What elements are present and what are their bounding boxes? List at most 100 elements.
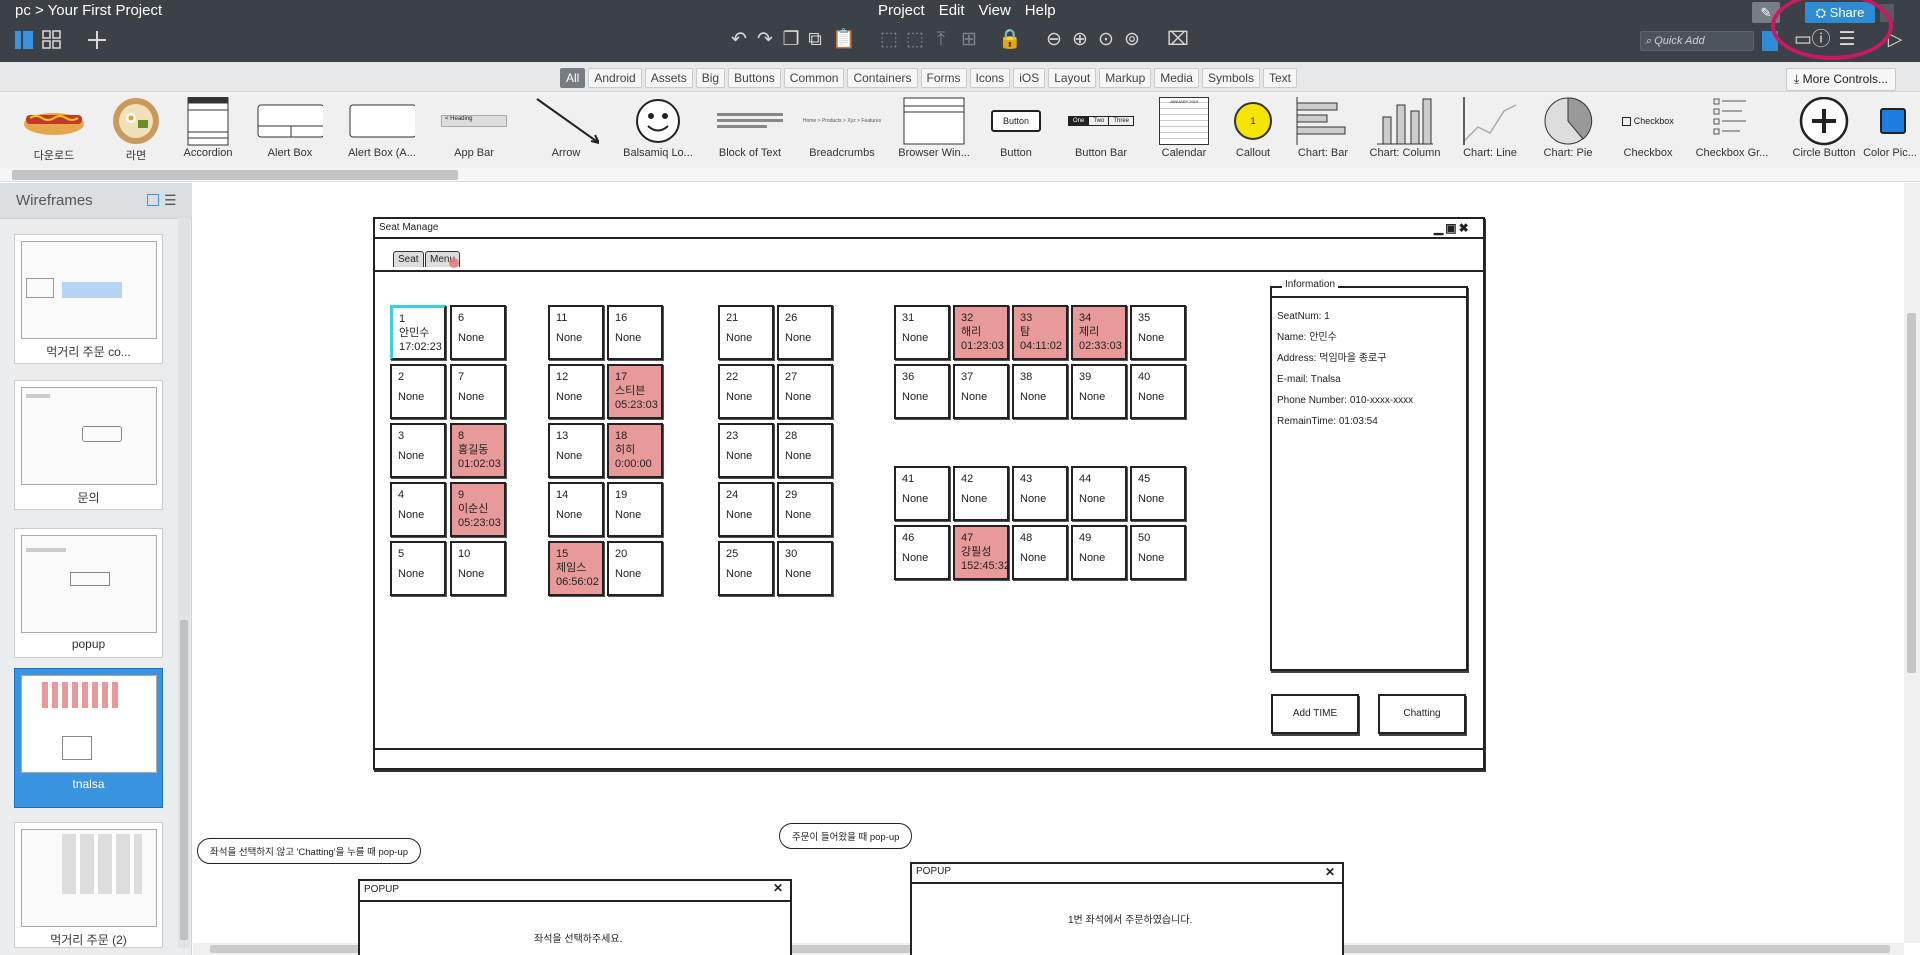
zoom-out-icon[interactable]: ⊖ [1043, 30, 1065, 52]
project-breadcrumb[interactable]: pc > Your First Project [15, 2, 162, 19]
wireframe-thumb-order-co[interactable]: 먹거리 주문 co... [14, 234, 163, 364]
library-item-ramen[interactable]: 라면 [96, 97, 176, 167]
library-item-button-bar[interactable]: One Two Three Button Bar [1061, 97, 1141, 167]
library-item-app-bar[interactable]: < Heading App Bar [434, 97, 514, 167]
seat-20[interactable]: 20 None [607, 541, 663, 596]
library-item-chart-column[interactable]: Chart: Column [1365, 97, 1445, 167]
seat-24[interactable]: 24 None [718, 482, 774, 537]
seat-7[interactable]: 7 None [450, 364, 506, 419]
library-item-alert-box[interactable]: Alert Box [250, 97, 330, 167]
minimize-icon[interactable]: ▁ [1434, 221, 1445, 235]
library-item-checkbox[interactable]: Checkbox Checkbox [1608, 97, 1688, 167]
seat-3[interactable]: 3 None [390, 423, 446, 478]
undo-icon[interactable]: ↶ [728, 30, 750, 52]
seat-31[interactable]: 31 None [894, 305, 950, 360]
category-symbols[interactable]: Symbols [1201, 68, 1260, 88]
bring-front-icon[interactable]: ⤒ [930, 30, 952, 52]
seat-37[interactable]: 37 None [953, 364, 1009, 419]
library-item-circle-button[interactable]: Circle Button [1784, 97, 1864, 167]
align-icon[interactable]: ⊞ [958, 30, 980, 52]
seat-33[interactable]: 33 탐 04:11:02 [1012, 305, 1068, 360]
seat-8[interactable]: 8 홍길동 01:02:03 [450, 423, 506, 478]
seat-30[interactable]: 30 None [777, 541, 833, 596]
fit-icon[interactable]: ⊚ [1121, 30, 1143, 52]
seat-5[interactable]: 5 None [390, 541, 446, 596]
library-item-breadcrumbs[interactable]: Home > Products > Xyz > Features Breadcru… [802, 97, 882, 167]
add-icon[interactable] [86, 29, 108, 51]
category-big[interactable]: Big [695, 68, 726, 88]
seat-47[interactable]: 47 강필성 152:45:32 [953, 525, 1009, 580]
library-item-accordion[interactable]: Accordion [168, 97, 248, 167]
library-item-chart-bar[interactable]: Chart: Bar [1283, 97, 1363, 167]
popup-close-icon[interactable]: ✕ [773, 881, 783, 895]
seat-17[interactable]: 17 스티븐 05:23:03 [607, 364, 663, 419]
category-assets[interactable]: Assets [644, 68, 693, 88]
seat-12[interactable]: 12 None [548, 364, 604, 419]
quick-add-input[interactable]: ⌕ Quick Add [1640, 31, 1754, 51]
library-item-arrow[interactable]: Arrow [526, 97, 606, 167]
seat-39[interactable]: 39 None [1071, 364, 1127, 419]
library-item-balsamiq-logo[interactable]: Balsamiq Lo... [618, 97, 698, 167]
library-item-checkbox-group[interactable]: Checkbox Gr... [1692, 97, 1772, 167]
seat-15[interactable]: 15 제임스 06:56:02 [548, 541, 604, 596]
seat-50[interactable]: 50 None [1130, 525, 1186, 580]
clipboard-delete-icon[interactable]: ⌧ [1167, 30, 1189, 52]
library-item-hotdog[interactable]: 다운로드 [14, 97, 94, 167]
actual-size-icon[interactable]: ⊙ [1095, 30, 1117, 52]
duplicate-icon[interactable]: ⧉ [804, 30, 826, 52]
library-item-calendar[interactable]: JANUARY 2019 Calendar [1144, 97, 1224, 167]
category-android[interactable]: Android [588, 68, 642, 88]
seat-27[interactable]: 27 None [777, 364, 833, 419]
seat-23[interactable]: 23 None [718, 423, 774, 478]
callout-chatting-popup[interactable]: 좌석을 선택하지 않고 'Chatting'을 누를 때 pop-up [197, 838, 422, 864]
library-scrollbar-thumb[interactable] [12, 170, 458, 180]
seat-14[interactable]: 14 None [548, 482, 604, 537]
library-item-alert-box-android[interactable]: Alert Box (A... [342, 97, 422, 167]
seat-46[interactable]: 46 None [894, 525, 950, 580]
seat-10[interactable]: 10 None [450, 541, 506, 596]
seat-2[interactable]: 2 None [390, 364, 446, 419]
maximize-icon[interactable]: ▣ [1445, 221, 1458, 235]
close-icon[interactable]: ✖ [1459, 221, 1471, 235]
seat-6[interactable]: 6 None [450, 305, 506, 360]
category-text[interactable]: Text [1262, 68, 1297, 88]
category-markup[interactable]: Markup [1099, 68, 1152, 88]
seat-11[interactable]: 11 None [548, 305, 604, 360]
wireframe-thumb-inquiry[interactable]: 문의 [14, 380, 163, 510]
menu-view[interactable]: View [979, 2, 1011, 19]
category-layout[interactable]: Layout [1048, 68, 1097, 88]
wireframe-thumb-popup[interactable]: popup [14, 528, 163, 658]
seat-49[interactable]: 49 None [1071, 525, 1127, 580]
category-forms[interactable]: Forms [920, 68, 967, 88]
grid-view-icon[interactable] [42, 30, 62, 50]
library-item-color-picker[interactable]: Color Pic... [1860, 97, 1920, 167]
menu-project[interactable]: Project [878, 2, 925, 19]
seat-35[interactable]: 35 None [1130, 305, 1186, 360]
seat-45[interactable]: 45 None [1130, 466, 1186, 521]
seat-25[interactable]: 25 None [718, 541, 774, 596]
list-view-icon[interactable]: ☰ [164, 192, 177, 209]
chatting-button[interactable]: Chatting [1378, 694, 1466, 734]
lock-icon[interactable]: 🔒 [998, 30, 1022, 52]
category-all[interactable]: All [560, 68, 586, 88]
seat-34[interactable]: 34 제리 02:33:03 [1071, 305, 1127, 360]
seat-21[interactable]: 21 None [718, 305, 774, 360]
callout-order-popup[interactable]: 주문이 들어왔을 때 pop-up [779, 823, 913, 849]
seat-1[interactable]: 1 안민수 17:02:23 [390, 305, 446, 360]
add-time-button[interactable]: Add TIME [1271, 694, 1359, 734]
wireframe-thumb-tnalsa[interactable]: tnalsa [14, 668, 163, 808]
seat-40[interactable]: 40 None [1130, 364, 1186, 419]
library-item-chart-pie[interactable]: Chart: Pie [1528, 97, 1608, 167]
thumbnail-view-icon[interactable] [147, 194, 159, 206]
more-controls-button[interactable]: ⤓ More Controls... [1786, 68, 1896, 91]
seat-28[interactable]: 28 None [777, 423, 833, 478]
popup-close-icon[interactable]: ✕ [1325, 865, 1335, 879]
paste-icon[interactable]: 📋 [832, 30, 856, 52]
seat-19[interactable]: 19 None [607, 482, 663, 537]
canvas-vertical-scrollbar[interactable] [1904, 183, 1920, 943]
seat-43[interactable]: 43 None [1012, 466, 1068, 521]
category-common[interactable]: Common [783, 68, 845, 88]
seat-26[interactable]: 26 None [777, 305, 833, 360]
wireframe-thumb-order-2[interactable]: 먹거리 주문 (2) [14, 822, 163, 948]
library-item-chart-line[interactable]: Chart: Line [1450, 97, 1530, 167]
